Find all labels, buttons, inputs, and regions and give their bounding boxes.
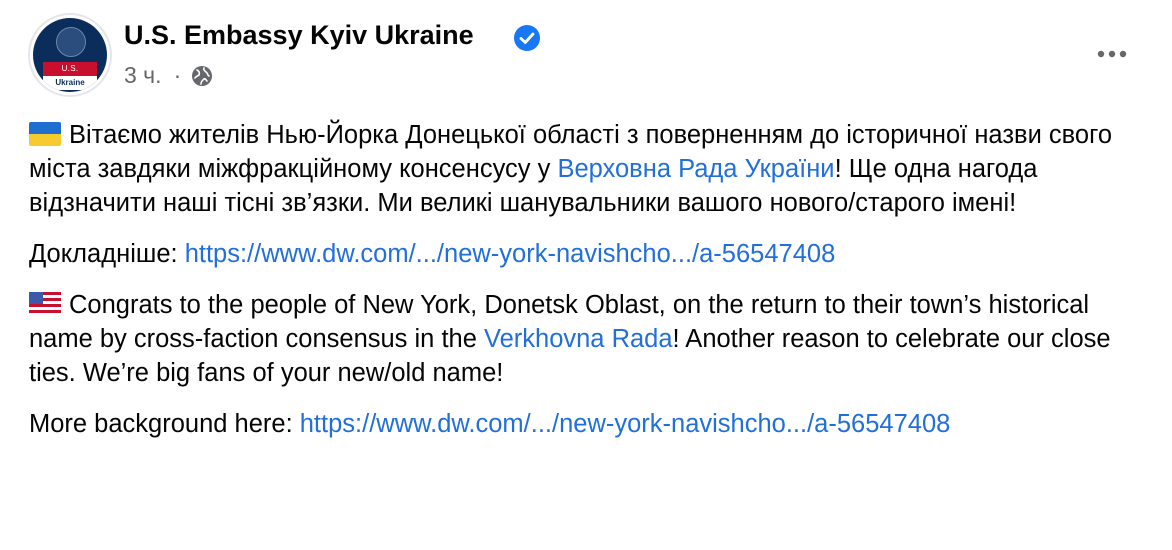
page-avatar[interactable]: U.S. EMBASSY Ukraine [28,13,112,97]
post-meta: 3 ч. · [124,62,213,89]
ukraine-flag-icon [29,122,61,146]
logo-top-text: U.S. EMBASSY [43,62,97,87]
post-timestamp[interactable]: 3 ч. [124,62,162,89]
us-flag-icon [29,292,61,316]
post-paragraph-en: Congrats to the people of New York, Done… [29,288,1139,390]
verified-badge-icon [514,25,540,51]
post-header: U.S. EMBASSY Ukraine U.S. Embassy Kyiv U… [0,0,1172,110]
post-paragraph-more-ua: Докладніше: https://www.dw.com/.../new-y… [29,237,1139,271]
more-label-en: More background here: [29,410,300,438]
post-paragraph-more-en: More background here: https://www.dw.com… [29,407,1139,441]
meta-separator: · [173,62,182,88]
dw-link-en[interactable]: https://www.dw.com/.../new-york-navishch… [300,410,951,438]
more-options-icon[interactable] [1088,38,1136,70]
verkhovna-rada-en-link[interactable]: Verkhovna Rada [484,325,673,353]
dw-link-ua[interactable]: https://www.dw.com/.../new-york-navishch… [185,240,836,268]
embassy-logo: U.S. EMBASSY Ukraine [33,18,107,92]
post-paragraph-ua: Вітаємо жителів Нью-Йорка Донецької обла… [29,118,1139,220]
page-name-link[interactable]: U.S. Embassy Kyiv Ukraine [124,20,474,51]
seal-icon [56,27,86,57]
post-body: Вітаємо жителів Нью-Йорка Донецької обла… [29,118,1139,458]
more-label-ua: Докладніше: [29,240,185,268]
globe-icon[interactable] [191,65,213,87]
logo-bottom-text: Ukraine [43,76,97,90]
verkhovna-rada-ua-link[interactable]: Верховна Рада України [557,155,834,183]
